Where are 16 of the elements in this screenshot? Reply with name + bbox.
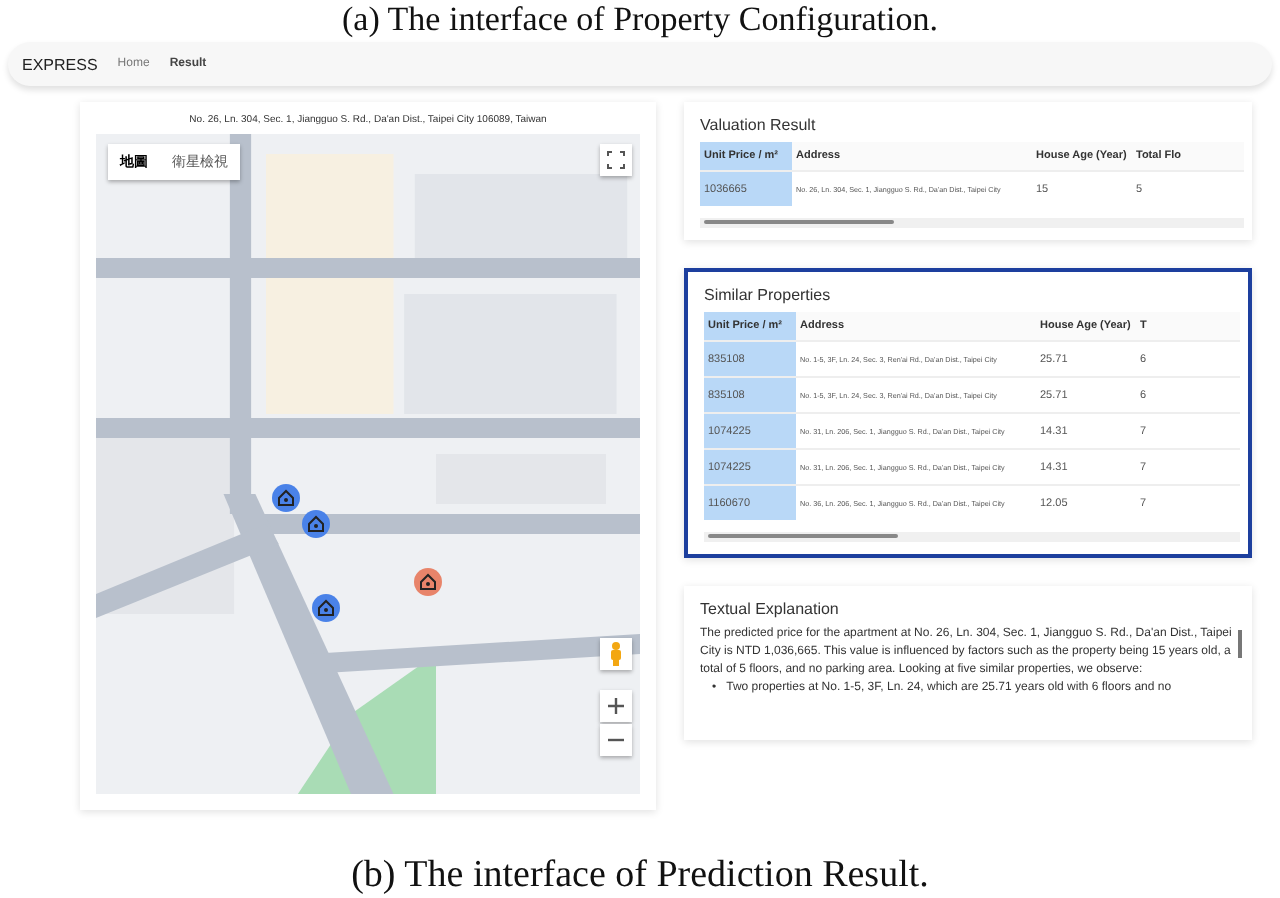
house-marker-icon[interactable]: [312, 594, 340, 622]
card-title: Similar Properties: [704, 286, 833, 304]
house-marker-icon[interactable]: [414, 568, 442, 596]
scrollbar[interactable]: [700, 218, 1244, 228]
house-marker-icon[interactable]: [302, 510, 330, 538]
house-marker-icon[interactable]: [272, 484, 300, 512]
scrollbar[interactable]: [1238, 630, 1242, 658]
brand-name[interactable]: EXPRESS: [22, 55, 98, 73]
figure-caption: (a) The interface of Property Configuration.: [339, 0, 941, 38]
card-title: Textual Explanation: [700, 600, 841, 618]
scrollbar[interactable]: [704, 532, 1240, 542]
zoom-in-icon[interactable]: [600, 690, 632, 722]
card-title: Valuation Result: [700, 116, 818, 134]
fullscreen-icon[interactable]: [600, 144, 632, 176]
zoom-out-icon[interactable]: [600, 724, 632, 756]
figure-caption: (b) The interface of Prediction Result.: [349, 854, 931, 898]
